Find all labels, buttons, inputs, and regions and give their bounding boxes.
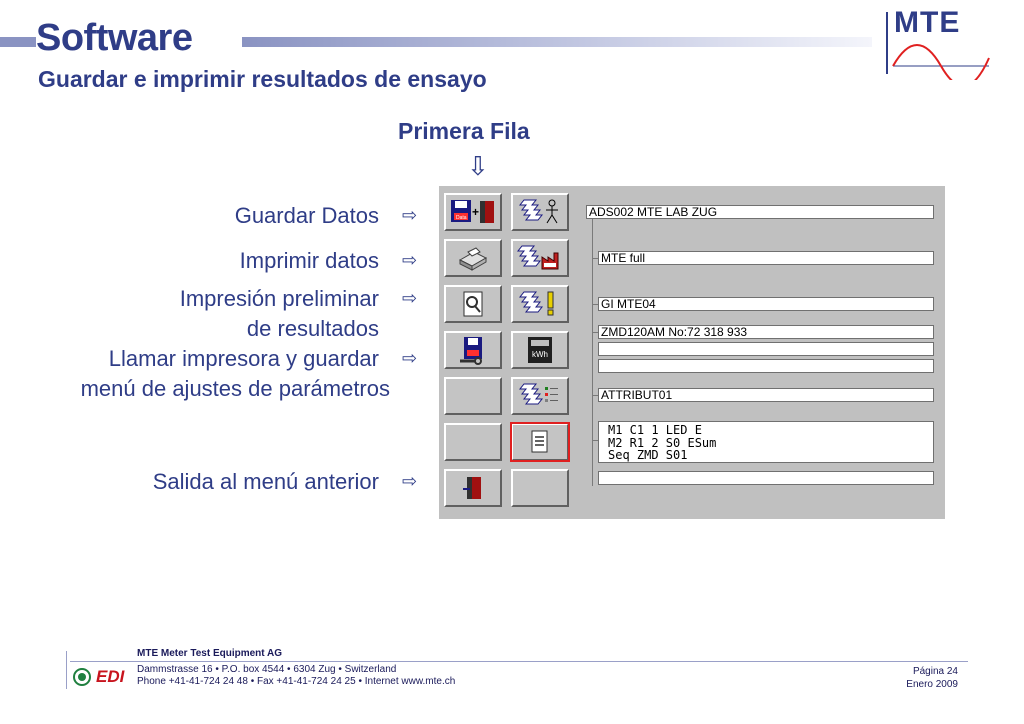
sequence-textarea[interactable]: M1 C1 1 LED E M2 R1 2 S0 ESum Seq ZMD S01 [598,421,934,463]
kwh-meter-icon: kWh [528,337,552,363]
list-factory-button[interactable] [511,239,569,277]
printer-icon [458,247,488,271]
label-guardar-datos: Guardar Datos [234,203,379,228]
right-arrow-icon: ⇨ [402,471,418,491]
right-arrow-icon: ⇨ [402,348,418,368]
svg-text:+: + [472,205,479,219]
list-legend-icon [518,383,558,405]
footer-divider [70,661,968,662]
footer-divider-vertical [66,651,67,689]
footer-contact: Phone +41-41-724 24 48 • Fax +41-41-724 … [137,676,456,687]
label-impresion-preliminar: Impresión preliminar [179,286,379,311]
empty-button-1[interactable] [444,377,502,415]
field-empty-1[interactable] [598,342,934,356]
footer-address: Dammstrasse 16 • P.O. box 4544 • 6304 Zu… [137,664,397,675]
edi-logo: EDI [96,667,125,686]
field-empty-2[interactable] [598,359,934,373]
footer-page: Página 24 [912,666,958,677]
exit-button[interactable] [444,469,502,507]
footer-company: MTE Meter Test Equipment AG [137,648,283,659]
right-arrow-icon: ⇨ [402,205,418,225]
right-arrow-icon: ⇨ [402,288,418,308]
meter-kwh-button[interactable]: kWh [511,331,569,369]
list-person-icon [518,199,558,224]
label-salida: Salida al menú anterior [152,469,379,494]
notes-button[interactable] [510,422,570,462]
list-warning-button[interactable] [511,285,569,323]
field-instrument[interactable]: GI MTE04 [598,297,934,311]
disk-wrench-icon [460,337,482,365]
kwh-badge-text: kWh [532,350,548,359]
field-empty-3[interactable] [598,471,934,485]
print-data-button[interactable] [444,239,502,277]
save-data-button[interactable]: Data + [444,193,502,231]
document-lines-icon [531,430,548,453]
field-customer[interactable]: MTE full [598,251,934,265]
field-test-station[interactable]: ADS002 MTE LAB ZUG [586,205,934,219]
list-factory-icon [516,245,559,270]
save-exit-icon: Data + [451,200,494,223]
right-arrow-icon: ⇨ [402,250,418,270]
column-heading: Primera Fila [398,118,530,144]
list-person-button[interactable] [511,193,569,231]
label-llamar-impresora: Llamar impresora y guardar [108,346,379,371]
print-preview-button[interactable] [444,285,502,323]
save-settings-button[interactable] [444,331,502,369]
page-subtitle: Guardar e imprimir resultados de ensayo [38,66,487,92]
exit-door-icon [463,477,481,499]
magnifier-document-icon [463,291,483,317]
certification-seal-icon [73,668,91,686]
label-menu-ajustes: menú de ajustes de parámetros [80,376,390,401]
down-arrow-icon: ⇩ [467,151,489,181]
empty-button-3[interactable] [511,469,569,507]
list-legend-button[interactable] [511,377,569,415]
data-badge-text: Data [456,215,467,221]
sequence-line: M1 C1 1 LED E [608,423,702,437]
label-imprimir-datos: Imprimir datos [239,248,379,273]
label-de-resultados: de resultados [246,316,379,341]
mte-sine-logo-icon [892,44,990,80]
field-attribute[interactable]: ATTRIBUT01 [598,388,934,402]
sequence-line: Seq ZMD S01 [608,448,688,462]
list-exclamation-icon [518,291,554,316]
field-meter-number[interactable]: ZMD120AM No:72 318 933 [598,325,934,339]
page-title: Software [36,17,193,59]
empty-button-2[interactable] [444,423,502,461]
footer-date: Enero 2009 [906,679,958,690]
title-bar-right [242,37,872,47]
title-bar-left [0,37,36,47]
